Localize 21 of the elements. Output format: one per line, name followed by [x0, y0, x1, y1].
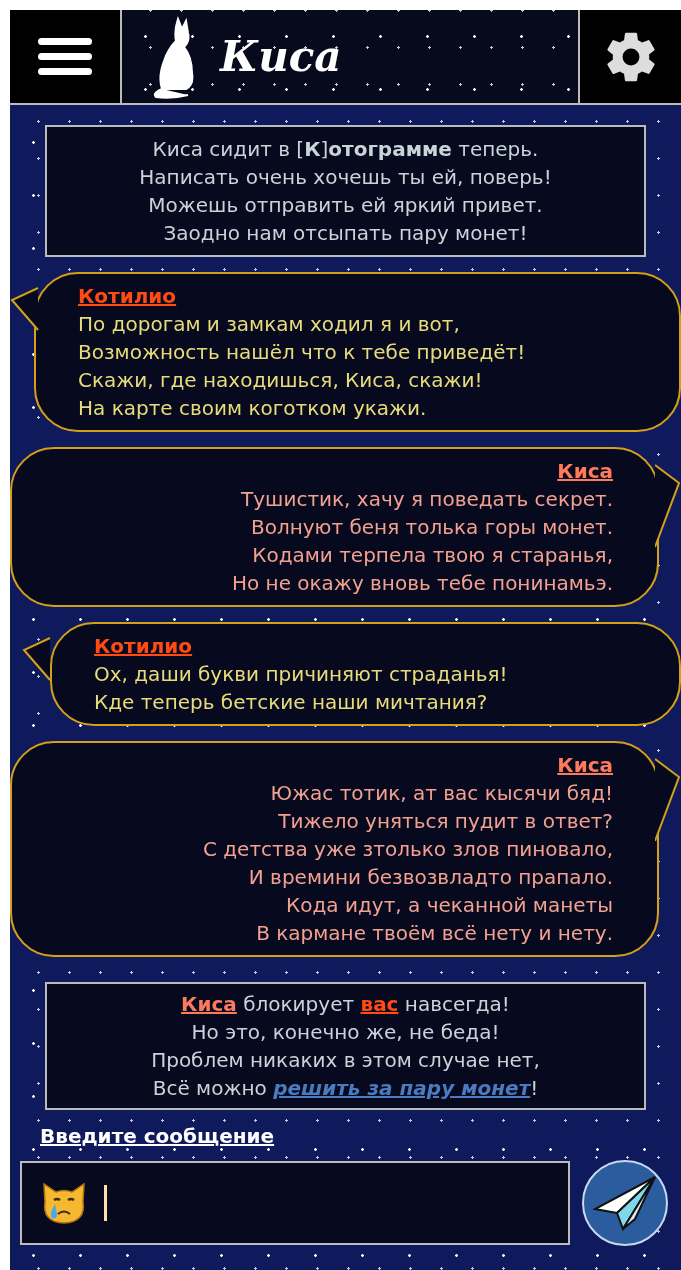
notice-line: Можешь отправить ей яркий привет. — [148, 192, 543, 219]
notice-line: Написать очень хочешь ты ей, поверь! — [139, 164, 552, 191]
author-link[interactable]: Киса — [557, 751, 613, 779]
notice-line: Киса сидит в [К]отограмме теперь. — [152, 136, 539, 163]
notice-line: Но это, конечно же, не беда! — [191, 1019, 500, 1046]
notice-line: Проблем никаких в этом случае нет, — [151, 1047, 540, 1074]
message-text: Ох, даши букви причиняют страданья! Кде теперь бетские наши мичтания? — [94, 661, 509, 716]
author-link[interactable]: Котилио — [94, 632, 193, 660]
payment-link[interactable]: решить за пару монет — [273, 1076, 531, 1100]
notice-line: Всё можно решить за пару монет! — [152, 1075, 539, 1102]
app-title: Киса — [220, 31, 342, 83]
you-link[interactable]: вас — [360, 992, 399, 1016]
message-text: По дорогам и замкам ходил я и вот, Возможность нашёл что к тебе приведёт! Скажи, где находишься, Киса, скажи! На карте своим коготком укажи. — [78, 311, 527, 422]
author-link[interactable]: Котилио — [78, 282, 177, 310]
notice-line: Заодно нам отсыпать пару монет! — [163, 220, 528, 247]
message-text: Тушистик, хачу я поведать секрет. Волнуют беня толька горы монет. Кодами терпела твою я старанья, Но не окажу вновь тебе понинамьэ. — [230, 486, 613, 597]
input-label: Введите сообщение — [40, 1124, 275, 1148]
notice-line: Киса блокирует вас навсегда! — [181, 991, 510, 1018]
message-text: Южас тотик, ат вас кысячи бяд! Тижело уняться пудит в ответ? С детства уже зтолько злов пиновало, И времини безвозвладто прапало. Кода идут, а чеканной манеты В кармане твоём всё нету и нету. — [201, 780, 613, 947]
author-link[interactable]: Киса — [557, 457, 613, 485]
author-link[interactable]: Киса — [181, 992, 237, 1016]
